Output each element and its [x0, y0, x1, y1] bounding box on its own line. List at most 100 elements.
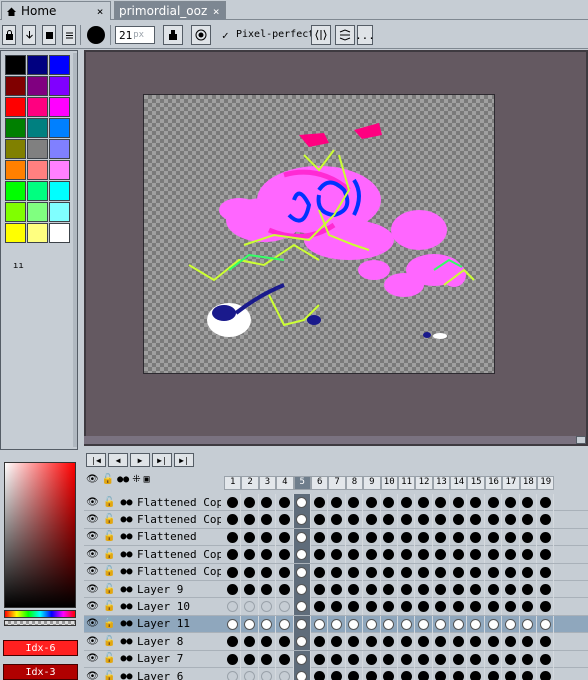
cel[interactable]: [328, 528, 346, 546]
layer-lock-icon[interactable]: 🔓: [101, 531, 118, 542]
cel[interactable]: [346, 546, 364, 564]
cel[interactable]: [433, 546, 451, 564]
cel[interactable]: [381, 580, 398, 598]
cel[interactable]: [293, 633, 311, 651]
spray-icon[interactable]: [191, 25, 211, 45]
cel[interactable]: [398, 546, 416, 564]
cel[interactable]: [537, 667, 555, 680]
frame-number[interactable]: 17: [502, 476, 520, 490]
layer-lock-icon[interactable]: 🔓: [101, 514, 118, 525]
cel[interactable]: [381, 511, 398, 529]
cel[interactable]: [311, 667, 329, 680]
cel[interactable]: [328, 650, 346, 668]
foreground-color-index[interactable]: Idx-6: [3, 640, 78, 656]
cel[interactable]: [485, 511, 503, 529]
onion-skin-icon[interactable]: ●●: [118, 584, 135, 595]
layer-lock-icon[interactable]: 🔓: [101, 497, 118, 508]
layer-row[interactable]: 👁 🔓 ●● Layer 6: [84, 667, 588, 680]
layer-name[interactable]: Flattened Cop: [135, 548, 221, 561]
layer-row[interactable]: 👁 🔓 ●● Layer 8: [84, 633, 588, 651]
cel[interactable]: [537, 528, 555, 546]
cel[interactable]: [520, 650, 538, 668]
cel[interactable]: [276, 494, 294, 511]
visibility-eye-icon[interactable]: 👁: [84, 584, 101, 595]
cel[interactable]: [415, 546, 433, 564]
layer-name[interactable]: Flattened: [135, 530, 221, 543]
cel[interactable]: [467, 667, 485, 680]
cel[interactable]: [485, 598, 503, 616]
cel[interactable]: [259, 633, 277, 651]
cel[interactable]: [328, 563, 346, 581]
palette-swatch[interactable]: [27, 97, 48, 117]
cel[interactable]: [346, 650, 364, 668]
cel[interactable]: [381, 598, 398, 616]
cel[interactable]: [467, 546, 485, 564]
cel[interactable]: [293, 546, 311, 564]
previous-frame-icon[interactable]: ◀: [108, 453, 128, 467]
cel[interactable]: [311, 633, 329, 651]
cel[interactable]: [363, 580, 381, 598]
onion-skin-icon[interactable]: ●●: [118, 601, 135, 612]
cel[interactable]: [363, 667, 381, 680]
frame-number[interactable]: 7: [328, 476, 346, 490]
cel[interactable]: [311, 528, 329, 546]
cel[interactable]: [328, 511, 346, 529]
cel[interactable]: [293, 580, 311, 598]
cel[interactable]: [241, 563, 259, 581]
visibility-eye-icon[interactable]: 👁: [84, 514, 101, 525]
cel[interactable]: [398, 615, 416, 633]
saturation-value-field[interactable]: [4, 462, 76, 608]
next-frame-icon[interactable]: ▶|: [152, 453, 172, 467]
cel[interactable]: [276, 615, 294, 633]
frame-toggle-icon[interactable]: ▣: [144, 474, 150, 485]
cel[interactable]: [346, 615, 364, 633]
cel[interactable]: [328, 494, 346, 511]
palette-swatch[interactable]: [49, 139, 70, 159]
visibility-eye-icon[interactable]: 👁: [84, 497, 101, 508]
background-color-index[interactable]: Idx-3: [3, 664, 78, 680]
cel[interactable]: [276, 667, 294, 680]
cel[interactable]: [224, 528, 242, 546]
cel[interactable]: [398, 494, 416, 511]
cel[interactable]: [311, 580, 329, 598]
cel[interactable]: [520, 633, 538, 651]
layer-row[interactable]: 👁 🔓 ●● Layer 10: [84, 598, 588, 616]
frame-number[interactable]: 6: [310, 476, 329, 490]
cel[interactable]: [467, 511, 485, 529]
palette-swatch[interactable]: [5, 181, 26, 201]
cel[interactable]: [502, 650, 520, 668]
frame-number[interactable]: 4: [276, 476, 294, 490]
artboard[interactable]: [143, 94, 495, 374]
frame-number[interactable]: 16: [484, 476, 503, 490]
cel[interactable]: [398, 598, 416, 616]
cel[interactable]: [346, 580, 364, 598]
cel[interactable]: [241, 615, 259, 633]
layer-lock-icon[interactable]: 🔓: [101, 566, 118, 577]
cel[interactable]: [485, 528, 503, 546]
cel[interactable]: [415, 494, 433, 511]
cel[interactable]: [241, 511, 259, 529]
cel[interactable]: [241, 528, 259, 546]
more-options-button[interactable]: ...: [355, 25, 375, 45]
menu-icon[interactable]: [62, 25, 76, 45]
palette-swatch[interactable]: [27, 181, 48, 201]
eye-icon[interactable]: 👁: [86, 474, 99, 485]
cel[interactable]: [259, 598, 277, 616]
cel[interactable]: [328, 615, 346, 633]
onion-skin-icon[interactable]: ●●: [118, 671, 135, 680]
cel[interactable]: [328, 580, 346, 598]
cel[interactable]: [415, 633, 433, 651]
alpha-slider[interactable]: [4, 620, 76, 626]
cel[interactable]: [520, 667, 538, 680]
cel[interactable]: [450, 650, 468, 668]
tab-primordial-ooz[interactable]: primordial_ooz ×: [114, 1, 226, 20]
cel[interactable]: [346, 494, 364, 511]
visibility-eye-icon[interactable]: 👁: [84, 601, 101, 612]
frame-number[interactable]: 2: [241, 476, 259, 490]
cel[interactable]: [363, 511, 381, 529]
brush-size-input[interactable]: 21 px: [115, 26, 155, 44]
visibility-eye-icon[interactable]: 👁: [84, 636, 101, 647]
visibility-eye-icon[interactable]: 👁: [84, 671, 101, 680]
cel[interactable]: [537, 650, 555, 668]
cel[interactable]: [537, 580, 555, 598]
